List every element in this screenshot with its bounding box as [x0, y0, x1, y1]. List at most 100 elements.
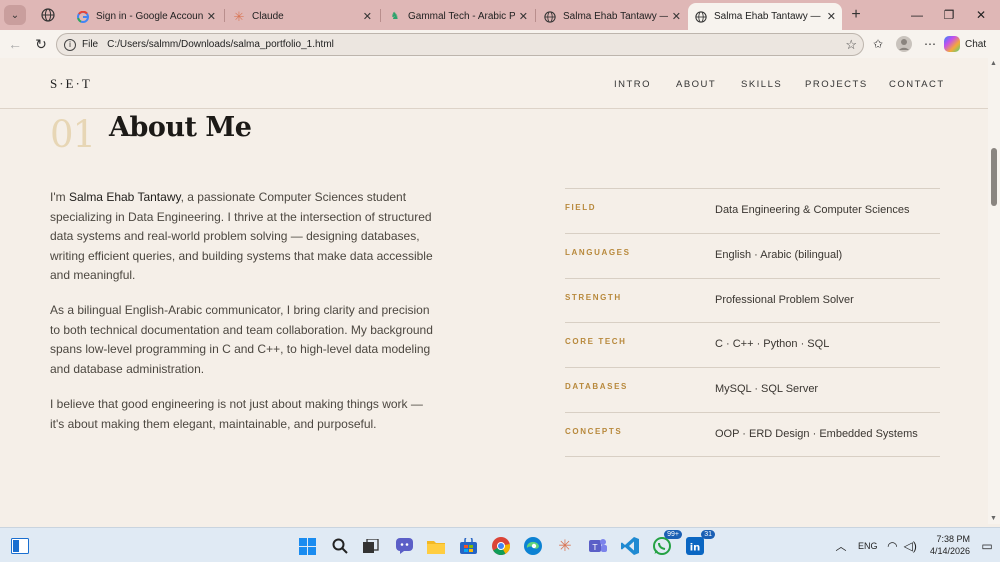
address-url[interactable]: C:/Users/salmm/Downloads/salma_portfolio… [107, 39, 334, 50]
reload-button[interactable]: ↻ [31, 34, 51, 54]
scrollbar-thumb[interactable] [991, 148, 997, 206]
page-scrollbar[interactable]: ▲ ▼ [988, 58, 1000, 524]
clock-time: 7:38 PM [936, 534, 970, 544]
nav-link-skills[interactable]: SKILLS [741, 79, 782, 90]
search-button[interactable] [329, 535, 351, 557]
notification-badge: 31 [701, 530, 715, 539]
plus-icon: + [851, 6, 861, 23]
tab-portfolio-1[interactable]: Salma Ehab Tantawy — Portf ✕ [537, 3, 687, 30]
new-tab-button[interactable]: + [846, 5, 866, 25]
globe-icon [694, 10, 708, 24]
claude-taskbar-button[interactable]: ✳ [554, 535, 576, 557]
tab-claude[interactable]: ✳ Claude ✕ [226, 3, 378, 30]
file-explorer-button[interactable] [425, 535, 447, 557]
site-logo[interactable]: S·E·T [50, 76, 92, 92]
tab-separator [224, 9, 225, 22]
volume-icon: ◁) [903, 539, 917, 553]
about-paragraph-3: I believe that good engineering is not j… [50, 397, 423, 431]
scroll-up-arrow-icon[interactable]: ▲ [990, 60, 997, 67]
input-language[interactable]: ENG [858, 541, 878, 551]
tab-google-sign-in[interactable]: Sign in - Google Accounts ✕ [70, 3, 222, 30]
browser-window: ⌄ Sign in - Google Accounts ✕ ✳ Claude ✕… [0, 0, 1000, 562]
fact-key: CONCEPTS [565, 426, 623, 436]
tab-label: Sign in - Google Accounts [96, 11, 203, 22]
whatsapp-button[interactable]: 99+ [651, 530, 682, 557]
store-button[interactable] [457, 535, 479, 557]
section-title: About Me [109, 112, 252, 143]
star-icon[interactable]: ☆ [845, 37, 857, 53]
pinned-tab-globe[interactable] [38, 6, 58, 24]
web-page: S·E·T INTRO ABOUT SKILLS PROJECTS CONTAC… [0, 58, 988, 524]
nav-link-intro[interactable]: INTRO [614, 79, 651, 90]
fact-key: FIELD [565, 203, 597, 212]
address-bar[interactable]: i File C:/Users/salmm/Downloads/salma_po… [56, 33, 864, 56]
paragraph-prefix: I'm [50, 190, 69, 204]
tab-portfolio-active[interactable]: Salma Ehab Tantawy — Portf ✕ [688, 3, 842, 30]
teams-icon: T [589, 539, 607, 552]
restore-icon: ❐ [943, 8, 955, 22]
chevron-up-icon: ︿ [835, 541, 847, 553]
chat-label: Chat [965, 38, 987, 50]
clock[interactable]: 7:38 PM 4/14/2026 [926, 534, 970, 556]
fact-row-concepts: CONCEPTS OOP · ERD Design · Embedded Sys… [565, 411, 940, 457]
vscode-button[interactable] [619, 535, 641, 557]
fact-key: LANGUAGES [565, 247, 631, 257]
minimize-button[interactable]: — [902, 4, 932, 26]
copilot-taskbar-button[interactable] [393, 535, 415, 557]
edge-button[interactable] [522, 535, 544, 557]
close-icon[interactable]: ✕ [827, 10, 836, 23]
nav-link-about[interactable]: ABOUT [676, 79, 716, 90]
svg-text:T: T [592, 543, 598, 552]
task-view-button[interactable] [360, 535, 382, 557]
close-icon[interactable]: ✕ [519, 10, 528, 23]
copilot-icon [395, 538, 413, 554]
close-icon[interactable]: ✕ [672, 10, 681, 23]
teams-button[interactable]: T [587, 535, 609, 557]
google-icon [76, 10, 90, 24]
info-icon[interactable]: i [64, 38, 76, 51]
wifi-icon: ◠ [887, 539, 898, 553]
profile-avatar[interactable] [894, 34, 914, 54]
copilot-chat-button[interactable]: Chat [944, 34, 986, 54]
close-window-button[interactable]: ✕ [966, 4, 996, 26]
fact-row-strength: STRENGTH Professional Problem Solver [565, 277, 940, 323]
copilot-icon [944, 36, 960, 52]
nav-link-contact[interactable]: CONTACT [889, 79, 945, 90]
facts-list: FIELD Data Engineering & Computer Scienc… [565, 188, 940, 457]
tab-strip: ⌄ Sign in - Google Accounts ✕ ✳ Claude ✕… [0, 0, 1000, 30]
favorites-icon[interactable]: ✩ [868, 34, 888, 54]
nav-link-projects[interactable]: PROJECTS [805, 79, 868, 90]
tab-label: Salma Ehab Tantawy — Portf [563, 11, 668, 22]
globe-icon [543, 10, 557, 24]
linkedin-button[interactable]: in 31 [684, 530, 715, 557]
close-icon[interactable]: ✕ [363, 10, 372, 23]
bell-icon: ▭ [981, 539, 993, 553]
close-icon[interactable]: ✕ [207, 10, 216, 23]
chrome-button[interactable] [490, 535, 512, 557]
claude-icon: ✳ [558, 538, 572, 555]
fact-value: Professional Problem Solver [715, 293, 854, 306]
about-paragraph-1: I'm Salma Ehab Tantawy, a passionate Com… [50, 188, 440, 286]
browser-toolbar: ← ↻ i File C:/Users/salmm/Downloads/salm… [0, 30, 1000, 58]
fact-key: CORE TECH [565, 337, 627, 347]
tab-gammal-tech[interactable]: ♞ Gammal Tech - Arabic Progra ✕ [382, 3, 534, 30]
tab-actions-menu-button[interactable]: ⌄ [4, 5, 26, 25]
fact-value: English · Arabic (bilingual) [715, 248, 843, 261]
back-button[interactable]: ← [5, 34, 25, 54]
vscode-icon [621, 537, 639, 555]
more-menu-icon[interactable]: ⋯ [920, 34, 940, 54]
network-volume-button[interactable]: ◠ ◁) [884, 535, 920, 557]
notifications-button[interactable]: ▭ [976, 535, 998, 557]
scroll-down-arrow-icon[interactable]: ▼ [990, 515, 997, 522]
tray-overflow-button[interactable]: ︿ [830, 535, 852, 557]
svg-text:in: in [690, 543, 701, 554]
widgets-button[interactable] [9, 535, 31, 557]
close-icon: ✕ [975, 8, 987, 22]
fact-row-core-tech: CORE TECH C · C++ · Python · SQL [565, 322, 940, 367]
start-button[interactable] [296, 535, 318, 557]
fact-value: Data Engineering & Computer Sciences [715, 204, 910, 216]
fact-value: OOP · ERD Design · Embedded Systems [715, 427, 918, 440]
restore-button[interactable]: ❐ [934, 4, 964, 26]
tab-separator [535, 9, 536, 22]
windows-taskbar: ✳ T 99+ in 31 ︿ ENG ◠ ◁) 7:38 PM 4/14/20… [0, 527, 1000, 562]
